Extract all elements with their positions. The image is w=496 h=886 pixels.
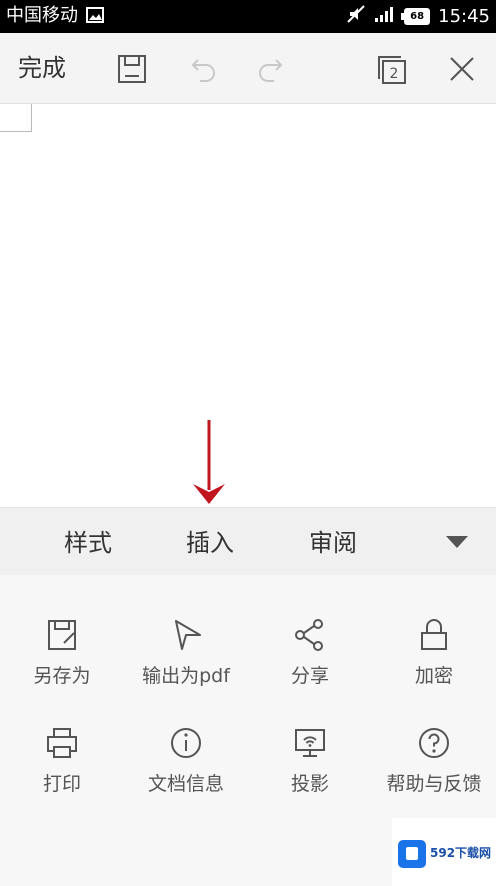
redo-icon[interactable] [252,49,292,89]
watermark-text: 592下载网 [430,846,492,860]
tab-review[interactable]: 审阅 [309,528,357,558]
document-area[interactable] [0,104,496,507]
document-corner [0,104,32,132]
help-feedback-button[interactable]: 帮助与反馈 [372,723,496,797]
site-watermark: 592下载网 [392,818,496,886]
image-icon [86,7,104,23]
print-icon [47,728,77,758]
battery-icon: 68 [401,7,431,25]
encrypt-button[interactable]: 加密 [372,615,496,689]
save-as-button[interactable]: 另存为 [0,615,124,689]
help-icon [419,728,449,758]
doc-info-button[interactable]: 文档信息 [124,723,248,797]
arrow-down-icon [193,420,225,504]
tab-style[interactable]: 样式 [64,528,112,558]
carrier-name: 中国移动 [6,5,78,26]
close-icon[interactable] [442,49,482,89]
share-icon [295,619,323,651]
save-as-icon [48,620,76,650]
projection-icon [295,729,325,757]
clock: 15:45 [438,5,490,27]
lock-icon [421,619,447,650]
menu-item-label: 输出为pdf [142,665,230,687]
menu-item-label: 文档信息 [147,773,224,795]
signal-icon [374,5,396,27]
watermark-logo-icon [398,840,426,868]
top-toolbar: 完成 2 [0,33,496,104]
menu-item-label: 另存为 [33,665,91,687]
pages-icon[interactable]: 2 [372,49,412,89]
share-button[interactable]: 分享 [248,615,372,689]
print-button[interactable]: 打印 [0,723,124,797]
menu-item-label: 帮助与反馈 [386,773,482,795]
tab-bar: 样式 插入 审阅 [0,507,496,576]
info-icon [171,728,201,758]
export-pdf-button[interactable]: 输出为pdf [124,615,248,689]
page-count: 2 [390,66,399,82]
save-icon[interactable] [112,49,152,89]
undo-icon[interactable] [182,49,222,89]
tab-insert[interactable]: 插入 [186,528,234,558]
status-right: 68 15:45 [346,4,490,28]
menu-item-label: 分享 [290,665,329,687]
menu-item-label: 打印 [42,773,81,795]
projection-button[interactable]: 投影 [248,723,372,797]
done-button[interactable]: 完成 [18,53,66,83]
mute-icon [346,4,366,28]
triangle-down-icon[interactable] [446,536,468,548]
export-pdf-icon [175,620,201,650]
menu-item-label: 投影 [290,773,329,795]
status-bar: 中国移动 68 15:45 [0,0,496,33]
menu-item-label: 加密 [414,665,453,687]
